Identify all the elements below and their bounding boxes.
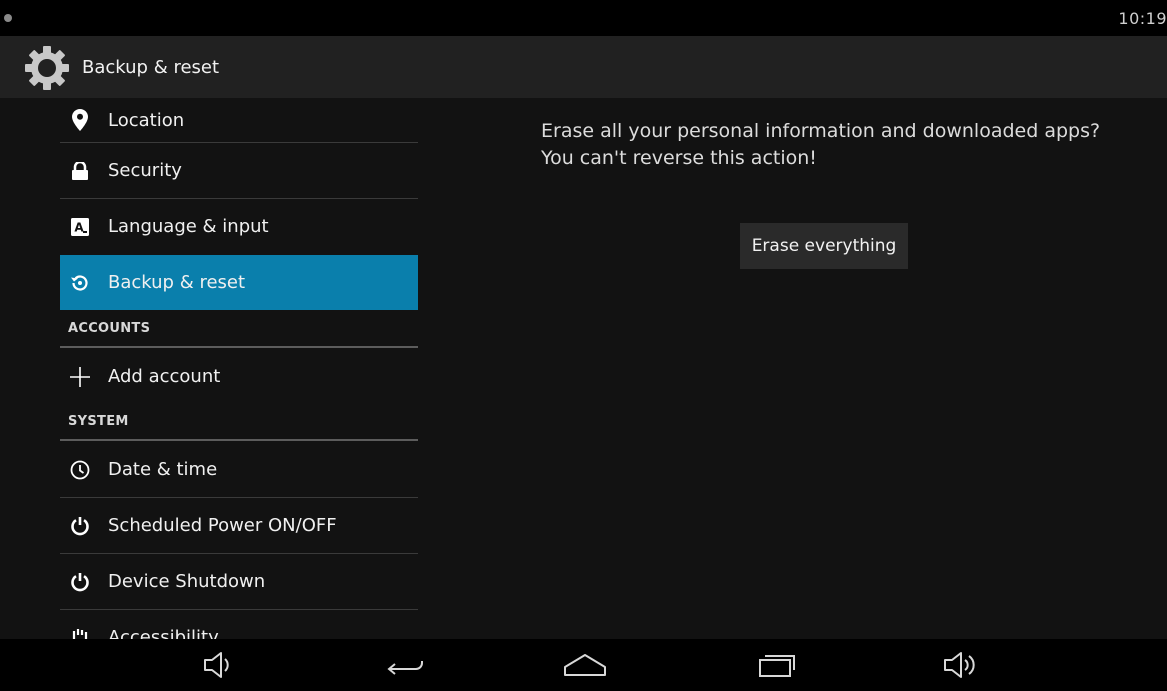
section-header-label: SYSTEM [68,414,129,429]
section-divider [60,439,418,441]
erase-everything-button[interactable]: Erase everything [740,223,908,269]
sidebar-item-backup-reset[interactable]: Backup & reset [60,255,418,310]
section-header-label: ACCOUNTS [68,321,151,336]
section-header-accounts: ACCOUNTS [60,311,418,348]
action-bar: Backup & reset [0,36,1167,98]
backup-restore-icon [66,269,94,297]
keyboard-letter-icon: A [66,213,94,241]
svg-text:A: A [74,220,84,234]
sidebar-item-label: Location [108,109,185,131]
sidebar-item-language-input[interactable]: A Language & input [60,199,418,254]
sidebar-item-label: Security [108,160,182,181]
settings-gear-icon[interactable] [21,44,73,92]
section-header-system: SYSTEM [60,404,418,441]
power-icon [66,568,94,596]
sidebar-item-device-shutdown[interactable]: Device Shutdown [60,554,418,609]
plus-icon [66,363,94,391]
section-divider [60,346,418,348]
erase-warning-message: Erase all your personal information and … [541,120,1101,169]
sidebar-item-label: Date & time [108,459,218,480]
sidebar-item-accessibility[interactable]: Accessibility [60,610,418,639]
sidebar-item-label: Add account [108,366,221,387]
sidebar-item-label: Device Shutdown [108,571,266,592]
volume-down-icon[interactable] [191,645,247,685]
page-title: Backup & reset [82,57,220,78]
status-time: 10:19 [1118,9,1167,28]
status-bar: 10:19 [0,0,1167,36]
lock-icon [66,157,94,185]
settings-sidebar[interactable]: Location Security A Language & input Bac… [0,98,420,639]
sidebar-item-date-time[interactable]: Date & time [60,442,418,497]
backup-reset-content: Erase all your personal information and … [420,98,1167,639]
sidebar-item-add-account[interactable]: Add account [60,349,418,404]
volume-up-icon[interactable] [934,645,990,685]
navigation-bar [0,639,1167,691]
sidebar-item-label: Accessibility [108,627,219,639]
home-icon[interactable] [557,645,613,685]
sidebar-item-label: Scheduled Power ON/OFF [108,515,337,536]
sidebar-item-location[interactable]: Location [60,98,418,142]
sidebar-item-label: Language & input [108,216,269,237]
main-area: Location Security A Language & input Bac… [0,98,1167,639]
sidebar-item-label: Backup & reset [108,272,246,293]
power-icon [66,512,94,540]
hand-icon [66,624,94,639]
recents-icon[interactable] [749,645,805,685]
sidebar-item-scheduled-power[interactable]: Scheduled Power ON/OFF [60,498,418,553]
notification-dot-icon [4,14,12,22]
back-icon[interactable] [377,645,433,685]
location-pin-icon [66,106,94,134]
clock-icon [66,456,94,484]
sidebar-item-security[interactable]: Security [60,143,418,198]
